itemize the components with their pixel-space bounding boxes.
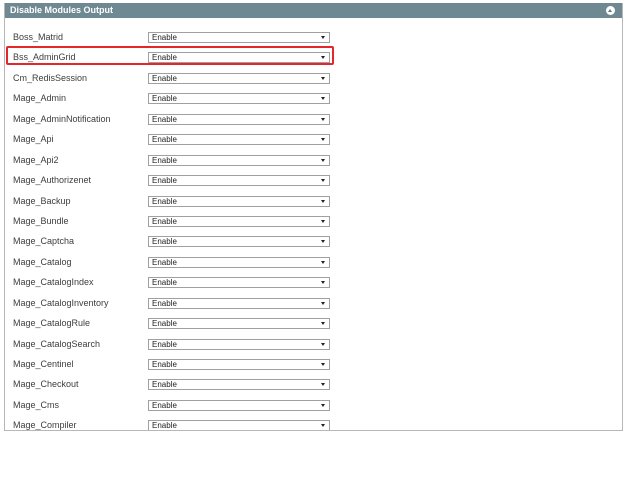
module-output-select[interactable]: Enable [148,318,330,330]
chevron-up-circle-icon[interactable] [606,6,615,15]
module-output-select[interactable]: Enable [148,195,330,207]
module-row: Mage_Cms Enable [5,397,622,417]
module-output-select[interactable]: Enable [148,72,330,84]
module-output-select[interactable]: Enable [148,113,330,125]
module-row: Boss_Matrid Enable [5,29,622,49]
module-name-label: Mage_CatalogSearch [13,338,101,349]
module-output-select[interactable]: Enable [148,32,330,43]
module-name-label: Mage_CatalogInventory [13,297,109,308]
module-row: Mage_Catalog Enable [5,254,622,274]
module-row: Mage_CatalogSearch Enable [5,336,622,356]
module-row: Mage_CatalogInventory Enable [5,295,622,315]
module-row: Mage_Authorizenet Enable [5,172,622,192]
module-name-label: Mage_Backup [13,195,71,206]
module-output-select[interactable]: Enable [148,93,330,105]
module-name-label: Mage_Centinel [13,359,74,369]
module-name-label: Mage_Cms [13,399,60,410]
module-row: Mage_CatalogIndex Enable [5,274,622,294]
module-name-label: Mage_Api2 [13,154,59,165]
module-name-label: Boss_Matrid [13,32,64,42]
module-row: Bss_AdminGrid Enable [5,49,622,69]
module-name-label: Cm_RedisSession [13,72,88,83]
module-name-label: Bss_AdminGrid [13,52,76,63]
module-name-label: Mage_AdminNotification [13,113,111,124]
panel-title: Disable Modules Output [10,5,114,15]
module-row: Mage_Backup Enable [5,193,622,213]
module-output-select[interactable]: Enable [148,277,330,289]
module-row: Mage_Centinel Enable [5,356,622,376]
module-name-label: Mage_Checkout [13,379,79,390]
module-row: Mage_CatalogRule Enable [5,315,622,335]
module-output-select[interactable]: Enable [148,399,330,411]
module-row: Mage_Api Enable [5,131,622,151]
module-output-select[interactable]: Enable [148,215,330,227]
module-row: Mage_Api2 Enable [5,152,622,172]
module-name-label: Mage_CatalogIndex [13,277,94,288]
module-row: Mage_Bundle Enable [5,213,622,233]
module-output-select[interactable]: Enable [148,52,330,64]
module-output-select[interactable]: Enable [148,297,330,309]
module-output-select[interactable]: Enable [148,338,330,350]
module-output-select[interactable]: Enable [148,359,330,370]
module-name-label: Mage_Authorizenet [13,175,92,186]
module-name-label: Mage_Compiler [13,420,77,431]
module-output-select[interactable]: Enable [148,236,330,248]
disable-modules-output-panel: Disable Modules Output Boss_Matrid Enable… [4,3,623,431]
module-output-select[interactable]: Enable [148,256,330,268]
module-row: Mage_AdminNotification Enable [5,111,622,131]
module-row: Cm_RedisSession Enable [5,70,622,90]
module-list: Boss_Matrid Enable Bss_AdminGrid Enable Cm_R… [5,29,622,431]
module-name-label: Mage_Captcha [13,236,75,247]
module-name-label: Mage_Admin [13,93,67,104]
module-row: Mage_Admin Enable [5,90,622,110]
module-row: Mage_Checkout Enable [5,376,622,396]
module-output-select[interactable]: Enable [148,154,330,166]
module-name-label: Mage_Catalog [13,256,72,267]
module-name-label: Mage_Api [13,134,54,145]
module-output-select[interactable]: Enable [148,379,330,391]
module-row: Mage_Captcha Enable [5,233,622,253]
module-output-select[interactable]: Enable [148,420,330,430]
module-output-select[interactable]: Enable [148,175,330,187]
module-output-select[interactable]: Enable [148,134,330,146]
panel-header[interactable]: Disable Modules Output [5,3,622,18]
module-row: Mage_Compiler Enable [5,417,622,431]
module-name-label: Mage_Bundle [13,215,69,226]
module-name-label: Mage_CatalogRule [13,318,91,329]
